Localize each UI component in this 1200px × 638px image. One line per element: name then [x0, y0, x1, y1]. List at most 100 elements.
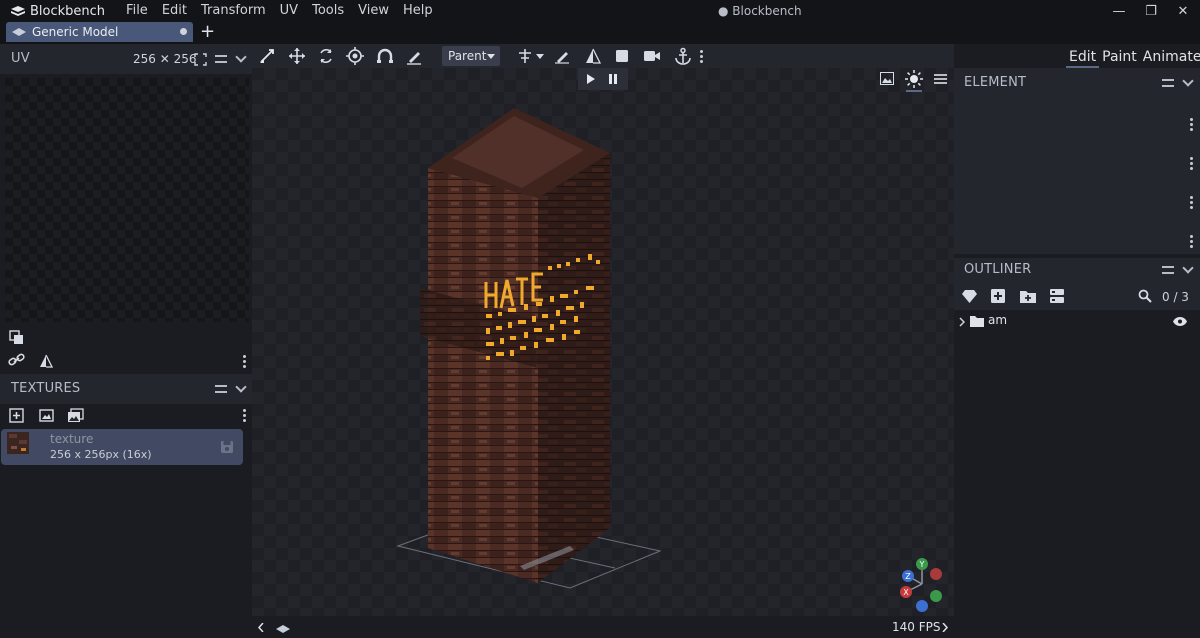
texture-name: texture — [50, 432, 94, 446]
texture-list-item[interactable]: texture 256 x 256px (16x) — [1, 429, 243, 465]
element-panel-collapse-icon[interactable] — [1182, 75, 1194, 87]
blockbench-logo-icon — [10, 0, 26, 22]
align-dropdown-icon[interactable] — [536, 54, 544, 59]
outliner-group-name: am — [988, 313, 1008, 327]
uv-panel-header: UV 256 ✕ 256 — [0, 44, 252, 74]
link-icon[interactable] — [8, 353, 25, 367]
add-cube-icon[interactable] — [991, 289, 1005, 303]
textures-panel-menu-icon[interactable] — [215, 385, 227, 393]
toolbar-more-icon[interactable] — [700, 50, 703, 63]
outliner-panel-collapse-icon[interactable] — [1182, 262, 1194, 274]
menu-tools[interactable]: Tools — [305, 0, 351, 22]
cube-icon[interactable] — [614, 48, 630, 64]
3d-viewport[interactable]: Y X Z — [252, 68, 954, 616]
fullscreen-icon[interactable] — [194, 53, 207, 66]
uv-editor-canvas[interactable] — [5, 78, 249, 322]
draw-tool-icon[interactable] — [405, 47, 423, 65]
textures-toolbar-more-icon[interactable] — [243, 409, 246, 422]
align-icon[interactable] — [517, 48, 533, 64]
mode-animate-tab[interactable]: Animate — [1140, 44, 1200, 68]
add-texture-icon[interactable] — [9, 408, 24, 423]
element-panel: ELEMENT — [954, 68, 1200, 254]
background-image-icon[interactable] — [880, 72, 894, 85]
textures-panel-collapse-icon[interactable] — [235, 381, 247, 393]
tab-close-dot-icon[interactable] — [180, 28, 187, 35]
element-rotation-more-icon[interactable] — [1190, 235, 1193, 248]
viewport-menu-icon-mid — [934, 78, 947, 80]
element-pivot-more-icon[interactable] — [1190, 196, 1193, 209]
camera-icon[interactable] — [643, 48, 661, 64]
mode-edit-tab[interactable]: Edit — [1066, 44, 1100, 68]
axis-gizmo[interactable]: Y X Z — [892, 556, 948, 612]
menu-transform[interactable]: Transform — [194, 0, 273, 22]
texture-thumbnail — [7, 432, 29, 454]
restore-button[interactable]: ❐ — [1134, 0, 1168, 22]
anchor-icon[interactable] — [674, 47, 692, 65]
paint-brush-icon[interactable] — [554, 48, 570, 64]
pivot-mode-select[interactable]: Parent — [442, 46, 500, 66]
chevron-down-icon — [487, 54, 495, 59]
outliner-panel-menu-icon[interactable] — [1162, 266, 1174, 274]
model-render — [396, 108, 662, 589]
toggle-options-icon[interactable] — [1050, 289, 1064, 303]
menu-edit[interactable]: Edit — [155, 0, 194, 22]
tab-label: Generic Model — [32, 25, 119, 39]
textures-panel-title: TEXTURES — [11, 381, 81, 396]
uv-size-readout[interactable]: 256 ✕ 256 — [133, 44, 197, 74]
playback-controls — [578, 68, 628, 90]
lighting-icon[interactable] — [905, 70, 923, 88]
folder-icon — [970, 316, 984, 327]
app-name: Blockbench — [30, 3, 106, 19]
tab-bar: Generic Model + — [0, 22, 1200, 44]
menu-view[interactable]: View — [351, 0, 396, 22]
move-tool-icon[interactable] — [258, 47, 276, 65]
play-icon[interactable] — [586, 74, 596, 84]
rotate-tool-icon[interactable] — [317, 47, 335, 65]
mirror-tool-icon[interactable] — [585, 48, 601, 64]
element-panel-menu-icon[interactable] — [1162, 79, 1174, 87]
outliner-group-row[interactable]: am — [954, 312, 1200, 332]
save-texture-icon[interactable] — [220, 440, 234, 454]
menu-file[interactable]: File — [119, 0, 155, 22]
outliner-panel-title: OUTLINER — [964, 262, 1032, 277]
element-position-more-icon[interactable] — [1190, 118, 1193, 131]
uv-panel-menu-icon[interactable] — [215, 55, 227, 63]
texture-gallery-icon[interactable] — [67, 408, 84, 423]
element-size-more-icon[interactable] — [1190, 157, 1193, 170]
model-format-status-icon — [276, 625, 290, 633]
vertex-snap-icon[interactable] — [376, 47, 394, 65]
import-texture-icon[interactable] — [39, 408, 54, 423]
outliner-panel-header: OUTLINER 0 / 3 — [954, 258, 1200, 310]
tab-generic-model[interactable]: Generic Model — [6, 22, 193, 42]
status-right-chevron-icon[interactable] — [942, 623, 948, 632]
uv-toolbar-more-icon[interactable] — [243, 355, 246, 368]
mode-paint-tab[interactable]: Paint — [1099, 44, 1140, 68]
mode-selector: Edit Paint Animate — [1066, 44, 1200, 68]
mirror-icon[interactable] — [39, 354, 53, 368]
gizmo-z-label: Z — [905, 572, 911, 581]
translate-tool-icon[interactable] — [288, 47, 306, 65]
pause-icon[interactable] — [608, 74, 618, 84]
fps-counter: 140 FPS — [892, 620, 941, 634]
model-format-icon — [12, 28, 26, 36]
minimize-button[interactable]: — — [1102, 0, 1136, 22]
menu-uv[interactable]: UV — [273, 0, 305, 22]
search-icon[interactable] — [1138, 289, 1152, 303]
menu-help[interactable]: Help — [396, 0, 440, 22]
texture-dimensions: 256 x 256px (16x) — [50, 448, 152, 461]
new-tab-button[interactable]: + — [200, 22, 215, 42]
status-left-chevron-icon[interactable] — [258, 623, 264, 632]
gizmo-x-label: X — [903, 588, 909, 597]
add-group-icon[interactable] — [1020, 289, 1036, 303]
copy-uv-icon[interactable] — [9, 330, 25, 346]
pivot-mode-label: Parent — [448, 49, 487, 63]
textures-panel-header: TEXTURES — [0, 374, 252, 404]
expand-chevron-icon[interactable] — [959, 317, 965, 327]
close-window-button[interactable]: ✕ — [1166, 0, 1200, 22]
add-mesh-icon[interactable] — [962, 290, 977, 303]
uv-panel-title: UV — [11, 51, 30, 66]
visibility-eye-icon[interactable] — [1173, 317, 1187, 326]
pivot-tool-icon[interactable] — [346, 47, 364, 65]
uv-panel-collapse-icon[interactable] — [235, 51, 247, 63]
status-bar: 140 FPS — [252, 616, 954, 638]
